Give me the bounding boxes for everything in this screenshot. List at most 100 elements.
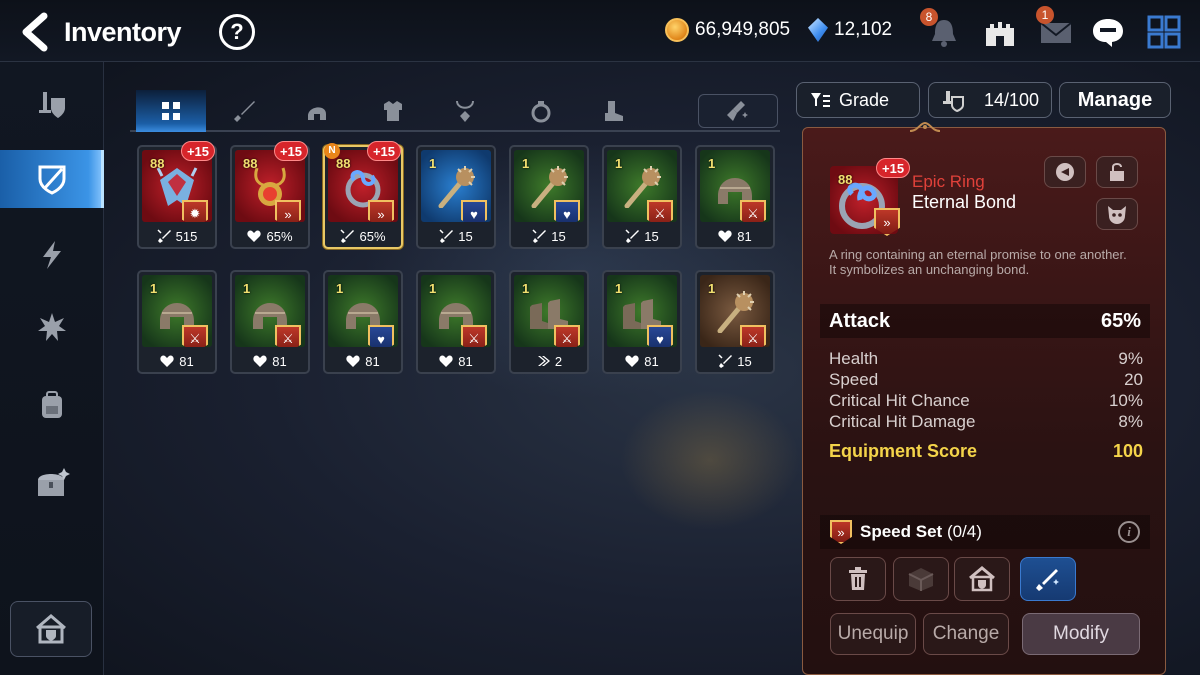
detail-enhance-badge: +15 (876, 158, 911, 178)
guild-button[interactable] (982, 14, 1018, 50)
set-badge-icon: ⚔ (647, 200, 673, 222)
help-button[interactable]: ? (219, 14, 255, 50)
item-level: 1 (429, 156, 437, 171)
mail-button[interactable]: 1 (1036, 6, 1074, 50)
chat-button[interactable] (1090, 14, 1126, 50)
item-main-value: 515 (175, 228, 198, 244)
back-button[interactable] (18, 12, 54, 52)
ornament-icon (910, 121, 940, 132)
inventory-item[interactable]: 1 ⚔ 81 (230, 270, 310, 374)
notifications-button[interactable]: 8 (920, 8, 962, 50)
hero-storage-button[interactable] (10, 601, 92, 657)
enhance-button[interactable] (1020, 557, 1076, 601)
inventory-item[interactable]: 1 ♥ 81 (602, 270, 682, 374)
inventory-item[interactable]: 1 ♥ 81 (323, 270, 403, 374)
inventory-item[interactable]: 88 » +15 N 65% (323, 141, 403, 249)
share-button[interactable] (1044, 156, 1086, 188)
sidebar-item-artifacts[interactable] (0, 226, 104, 284)
set-badge-icon: ⚔ (554, 325, 580, 347)
sub-stat-value: 8% (1118, 412, 1143, 431)
inventory-item[interactable]: 1 ⚔ 15 (695, 270, 775, 374)
sidebar-item-equipment[interactable] (0, 150, 104, 208)
inventory-item[interactable]: 88 » +15 65% (230, 141, 310, 249)
inventory-item[interactable]: 1 ⚔ 2 (509, 270, 589, 374)
item-main-stat: 81 (416, 350, 496, 372)
item-main-stat: 65% (323, 225, 403, 247)
tab-weapon[interactable] (210, 90, 280, 132)
item-art: 1 ♥ (514, 150, 584, 222)
sub-stat-row: Health 9% (829, 348, 1143, 369)
tab-armor[interactable] (358, 90, 428, 132)
gold-display[interactable]: 66,949,805 (665, 18, 790, 42)
sub-stat-value: 20 (1124, 370, 1143, 389)
cube-icon (908, 568, 934, 591)
inventory-item[interactable]: 88 ✹ +15 515 (137, 141, 217, 249)
health-heart-icon (625, 355, 639, 367)
health-heart-icon (346, 355, 360, 367)
item-art: 1 ♥ (607, 275, 677, 347)
tab-helmet[interactable] (282, 90, 352, 132)
item-art: 1 ♥ (328, 275, 398, 347)
health-heart-icon (718, 230, 732, 242)
inventory-item[interactable]: 1 ⚔ 81 (416, 270, 496, 374)
lock-button[interactable] (1096, 156, 1138, 188)
attack-sword-icon (625, 229, 640, 243)
backpack-icon (42, 391, 62, 418)
change-button[interactable]: Change (923, 613, 1009, 655)
inventory-item[interactable]: 1 ⚔ 81 (137, 270, 217, 374)
health-heart-icon (253, 355, 267, 367)
grade-label: Grade (839, 89, 890, 110)
item-main-value: 2 (554, 353, 563, 369)
inventory-item[interactable]: 1 ♥ 15 (509, 145, 589, 249)
sub-stat-label: Critical Hit Damage (829, 412, 976, 431)
manage-button[interactable]: Manage (1059, 82, 1171, 118)
chest-icon (38, 468, 70, 496)
mail-badge: 1 (1036, 6, 1054, 24)
tab-all[interactable] (136, 90, 206, 132)
item-main-stat: 81 (695, 225, 775, 247)
item-art: 1 ⚔ (421, 275, 491, 347)
attack-sword-icon (439, 229, 454, 243)
house-shield-icon (969, 566, 995, 592)
item-level: 88 (243, 156, 258, 171)
auto-sell-button[interactable] (698, 94, 778, 128)
sell-button[interactable] (830, 557, 886, 601)
attack-sword-icon (718, 354, 733, 368)
sub-stat-value: 9% (1118, 349, 1143, 368)
item-main-value: 15 (551, 228, 566, 244)
unequip-button[interactable]: Unequip (830, 613, 916, 655)
item-level: 1 (522, 281, 530, 296)
burst-icon (38, 313, 66, 341)
sub-stat-row: Critical Hit Damage 8% (829, 411, 1143, 432)
health-heart-icon (160, 355, 174, 367)
capacity-button[interactable]: 14/100 (928, 82, 1052, 118)
menu-button[interactable] (1146, 14, 1182, 50)
extract-button[interactable] (893, 557, 949, 601)
inventory-item[interactable]: 1 ♥ 15 (416, 145, 496, 249)
detail-item-grade: Epic Ring (912, 172, 985, 191)
sidebar-item-chests[interactable] (0, 454, 104, 512)
sub-stat-label: Critical Hit Chance (829, 391, 970, 410)
grade-sort-button[interactable]: Grade (796, 82, 920, 118)
tab-ring[interactable] (506, 90, 576, 132)
inventory-item[interactable]: 1 ⚔ 81 (695, 145, 775, 249)
sidebar-item-materials[interactable] (0, 376, 104, 434)
boots-icon (605, 101, 623, 121)
ring-icon (531, 101, 551, 123)
tab-boots[interactable] (578, 90, 648, 132)
item-main-value: 81 (737, 228, 752, 244)
inventory-item[interactable]: 1 ⚔ 15 (602, 145, 682, 249)
set-info-button[interactable]: i (1118, 521, 1140, 543)
item-art: 1 ⚔ (700, 275, 770, 347)
item-main-value: 81 (458, 353, 473, 369)
sidebar-item-equipment-hero[interactable] (0, 76, 104, 134)
reforge-button[interactable] (1096, 198, 1138, 230)
tab-necklace[interactable] (430, 90, 500, 132)
score-value: 100 (1112, 441, 1143, 461)
item-main-value: 65% (359, 228, 386, 244)
crystal-display[interactable]: 12,102 (808, 18, 892, 42)
item-main-stat: 515 (137, 225, 217, 247)
sidebar-item-catalysts[interactable] (0, 298, 104, 356)
modify-button[interactable]: Modify (1022, 613, 1140, 655)
store-button[interactable] (954, 557, 1010, 601)
